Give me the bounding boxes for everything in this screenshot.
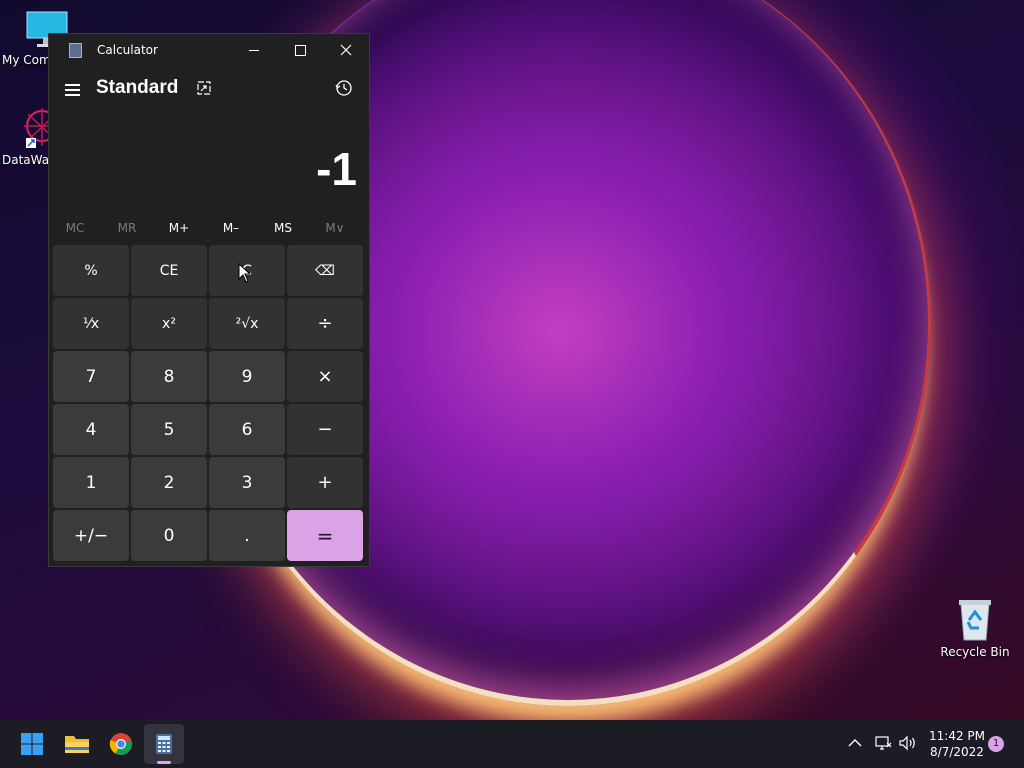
digit-2-button[interactable]: 2	[131, 457, 207, 508]
clear-entry-button[interactable]: CE	[131, 245, 207, 296]
equals-button[interactable]: =	[287, 510, 363, 561]
minimize-button[interactable]	[231, 34, 277, 66]
window-title: Calculator	[97, 43, 158, 57]
digit-6-button[interactable]: 6	[209, 404, 285, 455]
taskbar-chrome[interactable]	[107, 730, 135, 758]
close-icon	[340, 44, 352, 56]
taskbar: 11:42 PM 8/7/2022	[0, 720, 1024, 768]
clock-time: 11:42 PM	[929, 729, 985, 743]
calculator-window: Calculator Standard -1 MC MR M+ M– MS M∨…	[48, 33, 370, 567]
digit-3-button[interactable]: 3	[209, 457, 285, 508]
taskbar-calculator-icon-wrap[interactable]	[150, 730, 178, 758]
digit-8-button[interactable]: 8	[131, 351, 207, 402]
digit-1-button[interactable]: 1	[53, 457, 129, 508]
volume-icon[interactable]	[898, 735, 918, 751]
result-display: -1	[316, 143, 357, 195]
calculator-icon	[156, 734, 172, 754]
recycle-bin-icon	[959, 600, 991, 641]
percent-button[interactable]: %	[53, 245, 129, 296]
digit-0-button[interactable]: 0	[131, 510, 207, 561]
subtract-button[interactable]: −	[287, 404, 363, 455]
digit-4-button[interactable]: 4	[53, 404, 129, 455]
notification-badge[interactable]: 1	[988, 736, 1004, 752]
clock-date: 8/7/2022	[930, 745, 984, 759]
active-app-indicator	[157, 761, 171, 764]
title-bar[interactable]: Calculator	[49, 34, 369, 66]
memory-clear-button[interactable]: MC	[49, 216, 101, 240]
backspace-button[interactable]: ⌫	[287, 245, 363, 296]
minimize-icon	[249, 49, 259, 51]
memory-recall-button[interactable]: MR	[101, 216, 153, 240]
mode-title: Standard	[96, 77, 179, 98]
digit-9-button[interactable]: 9	[209, 351, 285, 402]
calculator-app-icon	[69, 43, 82, 58]
maximize-button[interactable]	[277, 34, 323, 66]
multiply-button[interactable]: ×	[287, 351, 363, 402]
memory-add-button[interactable]: M+	[153, 216, 205, 240]
mouse-cursor-icon	[238, 263, 250, 283]
reciprocal-button[interactable]: ⅟x	[53, 298, 129, 349]
square-root-button[interactable]: ²√x	[209, 298, 285, 349]
navigation-menu-button[interactable]	[65, 84, 80, 99]
add-button[interactable]: +	[287, 457, 363, 508]
decimal-button[interactable]: .	[209, 510, 285, 561]
network-icon[interactable]	[874, 735, 892, 751]
calculator-header: Standard	[49, 66, 369, 114]
start-button[interactable]	[18, 730, 46, 758]
divide-button[interactable]: ÷	[287, 298, 363, 349]
memory-subtract-button[interactable]: M–	[205, 216, 257, 240]
history-icon[interactable]	[335, 79, 353, 97]
memory-list-button[interactable]: M∨	[309, 216, 361, 240]
desktop-icon-recycle-bin[interactable]: Recycle Bin	[938, 598, 1012, 659]
digit-5-button[interactable]: 5	[131, 404, 207, 455]
keypad: % CE C ⌫ ⅟x x² ²√x ÷ 7 8 9 × 4 5 6−1 2 3 + +/− 0. =	[53, 245, 367, 561]
memory-row: MC MR M+ M– MS M∨	[49, 216, 369, 240]
close-button[interactable]	[323, 34, 369, 66]
square-button[interactable]: x²	[131, 298, 207, 349]
clock[interactable]: 11:42 PM 8/7/2022	[922, 728, 992, 760]
chrome-icon	[109, 733, 132, 755]
keep-on-top-icon[interactable]	[197, 81, 211, 95]
memory-store-button[interactable]: MS	[257, 216, 309, 240]
digit-7-button[interactable]: 7	[53, 351, 129, 402]
start-icon	[21, 733, 43, 755]
maximize-icon	[294, 44, 306, 56]
taskbar-file-explorer[interactable]	[63, 730, 91, 758]
negate-button[interactable]: +/−	[53, 510, 129, 561]
desktop-icon-label: Recycle Bin	[940, 645, 1010, 659]
chevron-up-icon[interactable]	[848, 738, 862, 748]
file-explorer-icon	[65, 736, 89, 753]
